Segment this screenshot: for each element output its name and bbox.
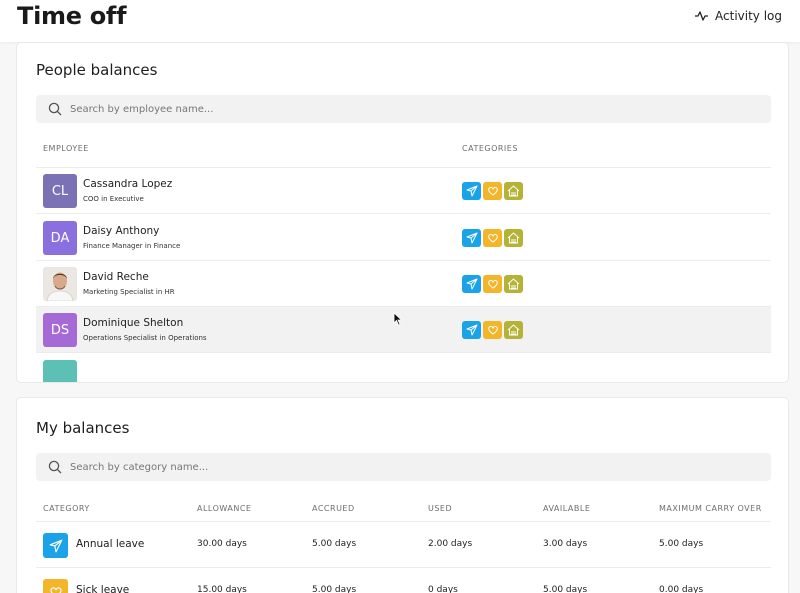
plane-icon[interactable] [462, 275, 481, 293]
accrued-column-header: ACCRUED [312, 504, 355, 513]
employee-row[interactable]: DA Daisy Anthony Finance Manager in Fina… [36, 215, 771, 261]
accrued-value: 5.00 days [312, 539, 357, 549]
activity-log-label: Activity log [715, 9, 782, 23]
home-icon[interactable] [504, 321, 523, 339]
category-icons [462, 182, 523, 200]
search-icon [48, 102, 62, 116]
home-icon[interactable] [504, 275, 523, 293]
available-column-header: AVAILABLE [543, 504, 591, 513]
avatar: DA [43, 221, 77, 255]
category-column-header: CATEGORY [43, 504, 90, 513]
heart-icon[interactable] [483, 182, 502, 200]
category-icons [462, 321, 523, 339]
home-icon[interactable] [504, 229, 523, 247]
avatar: CL [43, 174, 77, 208]
employee-name: Daisy Anthony [83, 225, 160, 237]
avatar: DS [43, 313, 77, 347]
used-column-header: USED [428, 504, 453, 513]
employee-name: Cassandra Lopez [83, 178, 173, 190]
employee-row[interactable]: DS Dominique Shelton Operations Speciali… [36, 307, 771, 353]
activity-icon [695, 11, 709, 21]
heart-icon[interactable] [483, 275, 502, 293]
top-bar: Time off Activity log [0, 0, 800, 42]
heart-icon[interactable] [483, 321, 502, 339]
employee-name: David Reche [83, 271, 149, 283]
balance-row-annual-leave[interactable]: Annual leave 30.00 days 5.00 days 2.00 d… [36, 522, 771, 568]
plane-icon[interactable] [462, 229, 481, 247]
plane-icon[interactable] [462, 182, 481, 200]
heart-icon[interactable] [483, 229, 502, 247]
used-value: 0 days [428, 585, 458, 593]
employee-search-input[interactable] [70, 103, 750, 115]
plane-icon[interactable] [462, 321, 481, 339]
available-value: 5.00 days [543, 585, 588, 593]
employee-role: Finance Manager in Finance [83, 242, 181, 250]
activity-log-button[interactable]: Activity log [695, 9, 782, 23]
avatar [43, 360, 77, 382]
max-carry-over-value: 5.00 days [659, 539, 704, 549]
employee-row[interactable]: David Reche Marketing Specialist in HR [36, 261, 771, 307]
employee-role: Marketing Specialist in HR [83, 288, 175, 296]
employee-search[interactable] [36, 95, 771, 123]
categories-column-header: CATEGORIES [462, 144, 518, 153]
avatar [43, 267, 77, 301]
mouse-cursor-icon [393, 312, 403, 326]
plane-icon [43, 533, 68, 558]
category-icons [462, 275, 523, 293]
people-balances-card: People balances EMPLOYEE CATEGORIES CL C… [16, 42, 789, 383]
accrued-value: 5.00 days [312, 585, 357, 593]
my-balances-card: My balances CATEGORY ALLOWANCE ACCRUED U… [16, 397, 789, 593]
employee-column-header: EMPLOYEE [43, 144, 89, 153]
heart-icon [43, 579, 68, 593]
used-value: 2.00 days [428, 539, 473, 549]
home-icon[interactable] [504, 182, 523, 200]
allowance-column-header: ALLOWANCE [197, 504, 252, 513]
category-search[interactable] [36, 453, 771, 481]
employee-role: COO in Executive [83, 195, 144, 203]
employee-name: Dominique Shelton [83, 317, 184, 329]
allowance-value: 30.00 days [197, 539, 247, 549]
people-balances-title: People balances [36, 61, 158, 79]
allowance-value: 15.00 days [197, 585, 247, 593]
person-photo-icon [43, 267, 77, 301]
available-value: 3.00 days [543, 539, 588, 549]
category-name: Sick leave [76, 584, 130, 593]
employee-row[interactable]: CL Cassandra Lopez COO in Executive [36, 168, 771, 214]
page-title: Time off [17, 2, 127, 30]
search-icon [48, 460, 62, 474]
category-name: Annual leave [76, 538, 145, 550]
max-carry-over-column-header: MAXIMUM CARRY OVER [659, 504, 762, 513]
max-carry-over-value: 0.00 days [659, 585, 704, 593]
category-icons [462, 229, 523, 247]
my-balances-title: My balances [36, 419, 130, 437]
category-search-input[interactable] [70, 461, 750, 473]
balance-row-sick-leave[interactable]: Sick leave 15.00 days 5.00 days 0 days 5… [36, 568, 771, 593]
employee-role: Operations Specialist in Operations [83, 334, 207, 342]
employee-row[interactable] [36, 354, 771, 382]
